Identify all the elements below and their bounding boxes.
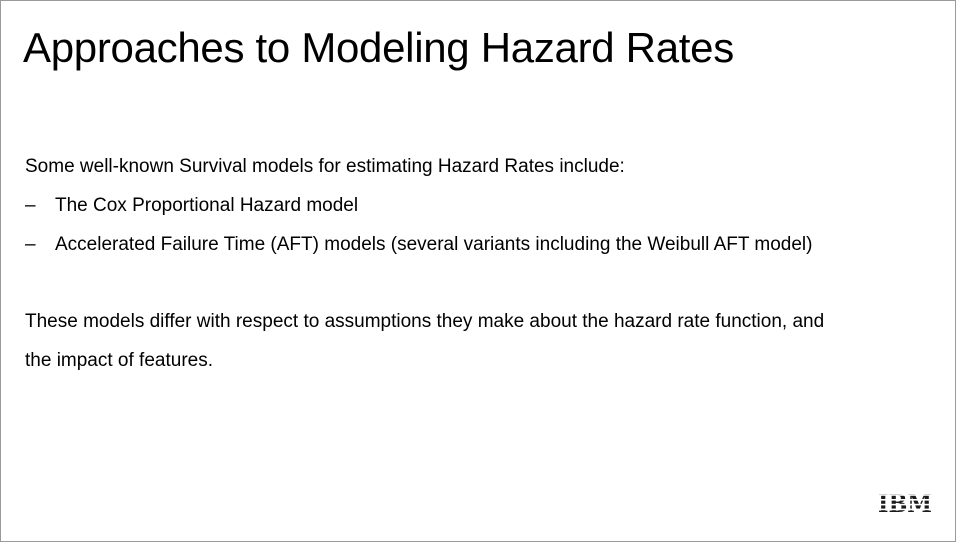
paragraph-line-2: the impact of features. xyxy=(25,350,213,371)
bullet-dash: – xyxy=(25,195,36,216)
bullet-dash: – xyxy=(25,234,36,255)
slide: Approaches to Modeling Hazard Rates Some… xyxy=(0,0,956,542)
ibm-logo: IBM xyxy=(878,491,932,515)
paragraph-line-1: These models differ with respect to assu… xyxy=(25,311,825,332)
bullet-item: – The Cox Proportional Hazard model xyxy=(25,186,935,225)
bullet-list: – The Cox Proportional Hazard model – Ac… xyxy=(25,186,935,264)
logo-text: IBM xyxy=(878,491,932,515)
bullet-text: Accelerated Failure Time (AFT) models (s… xyxy=(55,234,813,255)
slide-title: Approaches to Modeling Hazard Rates xyxy=(23,24,734,71)
bullet-item: – Accelerated Failure Time (AFT) models … xyxy=(25,225,935,264)
intro-text: Some well-known Survival models for esti… xyxy=(25,156,625,177)
slide-body: Some well-known Survival models for esti… xyxy=(25,147,935,380)
bullet-text: The Cox Proportional Hazard model xyxy=(55,195,359,216)
